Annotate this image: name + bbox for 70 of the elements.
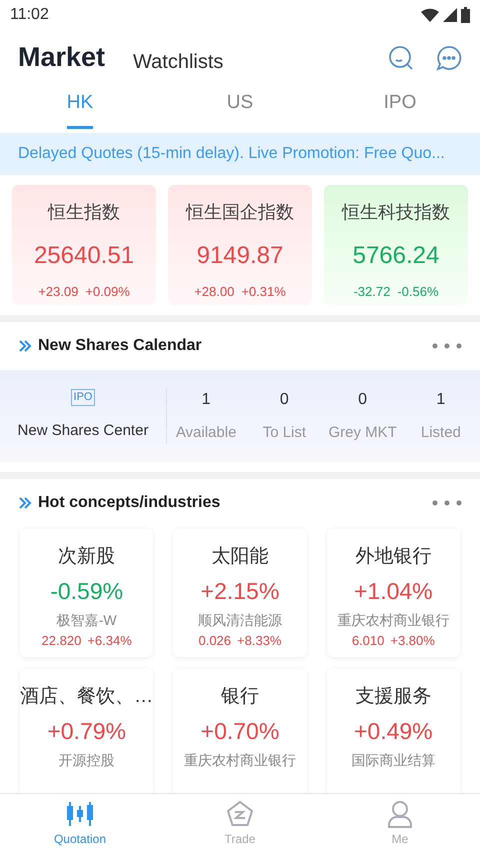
concept-card[interactable]: 支援服务 +0.49% 国际商业结算: [326, 669, 460, 793]
concept-name: 太阳能: [211, 545, 268, 569]
section-title: Hot concepts/industries: [38, 493, 220, 513]
region-tab[interactable]: US: [160, 85, 320, 133]
concept-name: 酒店、餐饮、…: [20, 685, 154, 709]
stock-percent: +6.34%: [87, 632, 132, 650]
stock-price: 6.010: [352, 632, 384, 650]
more-icon[interactable]: [432, 343, 462, 349]
concept-percent: +0.79%: [47, 716, 126, 746]
signal-icon: [443, 8, 457, 22]
concept-name: 外地银行: [355, 545, 432, 569]
index-name: 恒生国企指数: [186, 201, 294, 224]
concept-card[interactable]: 外地银行 +1.04% 重庆农村商业银行 6.010 +3.80%: [326, 529, 460, 657]
search-icon[interactable]: [388, 44, 414, 70]
index-percent: -0.56%: [397, 283, 439, 301]
section-title: New Shares Calendar: [38, 336, 202, 356]
concept-card[interactable]: 银行 +0.70% 重庆农村商业银行: [173, 669, 307, 793]
wifi-icon: [421, 8, 439, 22]
concept-percent: +2.15%: [200, 576, 280, 606]
ipo-badge: IPO: [70, 389, 96, 406]
double-chevron-icon: [18, 339, 32, 353]
concept-name: 支援服务: [355, 685, 432, 709]
stock-percent: +3.80%: [390, 632, 435, 650]
index-value: 25640.51: [34, 241, 134, 271]
stat-count: 0: [358, 390, 368, 410]
status-time: 11:02: [10, 5, 49, 25]
new-shares-center-link[interactable]: New Shares Center: [18, 420, 148, 443]
index-value: 5766.24: [352, 241, 440, 271]
double-chevron-icon: [18, 496, 32, 510]
index-percent: +0.09%: [85, 283, 130, 301]
header-tab[interactable]: Watchlists: [133, 46, 224, 76]
more-icon[interactable]: [432, 500, 462, 506]
header-tab[interactable]: Market: [18, 37, 106, 78]
leading-stock: 国际商业结算: [351, 751, 436, 770]
stock-percent: +8.33%: [237, 632, 282, 650]
candlestick-icon: [65, 800, 95, 828]
stat-count: 1: [436, 390, 446, 410]
leading-stock: 极智嘉-W: [56, 611, 117, 630]
concept-card[interactable]: 太阳能 +2.15% 顺风清洁能源 0.026 +8.33%: [173, 529, 307, 657]
person-icon: [387, 800, 413, 828]
concept-percent: +0.70%: [200, 716, 280, 746]
concept-card[interactable]: 酒店、餐饮、… +0.79% 开源控股: [20, 669, 154, 793]
concept-percent: +1.04%: [354, 576, 433, 606]
pentagon-icon: [226, 800, 254, 828]
index-value: 9149.87: [196, 241, 284, 271]
index-name: 恒生科技指数: [342, 201, 450, 224]
stat-count: 0: [280, 390, 289, 410]
index-card[interactable]: 恒生科技指数 5766.24 -32.72 -0.56%: [324, 185, 468, 305]
concept-name: 银行: [220, 685, 259, 709]
concept-percent: -0.59%: [50, 576, 124, 606]
leading-stock: 顺风清洁能源: [198, 611, 282, 630]
stat-count: 1: [202, 390, 211, 410]
chat-icon[interactable]: [436, 44, 462, 70]
leading-stock: 重庆农村商业银行: [337, 611, 450, 630]
index-change: +28.00: [194, 283, 234, 301]
index-card[interactable]: 恒生指数 25640.51 +23.09 +0.09%: [12, 185, 156, 305]
index-percent: +0.31%: [241, 283, 286, 301]
leading-stock: 开源控股: [58, 751, 115, 770]
leading-stock: 重庆农村商业银行: [184, 751, 296, 770]
stock-price: 22.820: [42, 632, 82, 650]
stock-price: 0.026: [198, 632, 232, 650]
index-name: 恒生指数: [48, 201, 120, 224]
concept-percent: +0.49%: [354, 716, 433, 746]
region-tab[interactable]: IPO: [320, 85, 480, 133]
index-change: +23.09: [38, 283, 78, 301]
index-change: -32.72: [353, 283, 390, 301]
battery-icon: [461, 7, 470, 23]
concept-card[interactable]: 次新股 -0.59% 极智嘉-W 22.820 +6.34%: [20, 529, 154, 657]
index-card[interactable]: 恒生国企指数 9149.87 +28.00 +0.31%: [168, 185, 312, 305]
concept-name: 次新股: [58, 545, 116, 569]
